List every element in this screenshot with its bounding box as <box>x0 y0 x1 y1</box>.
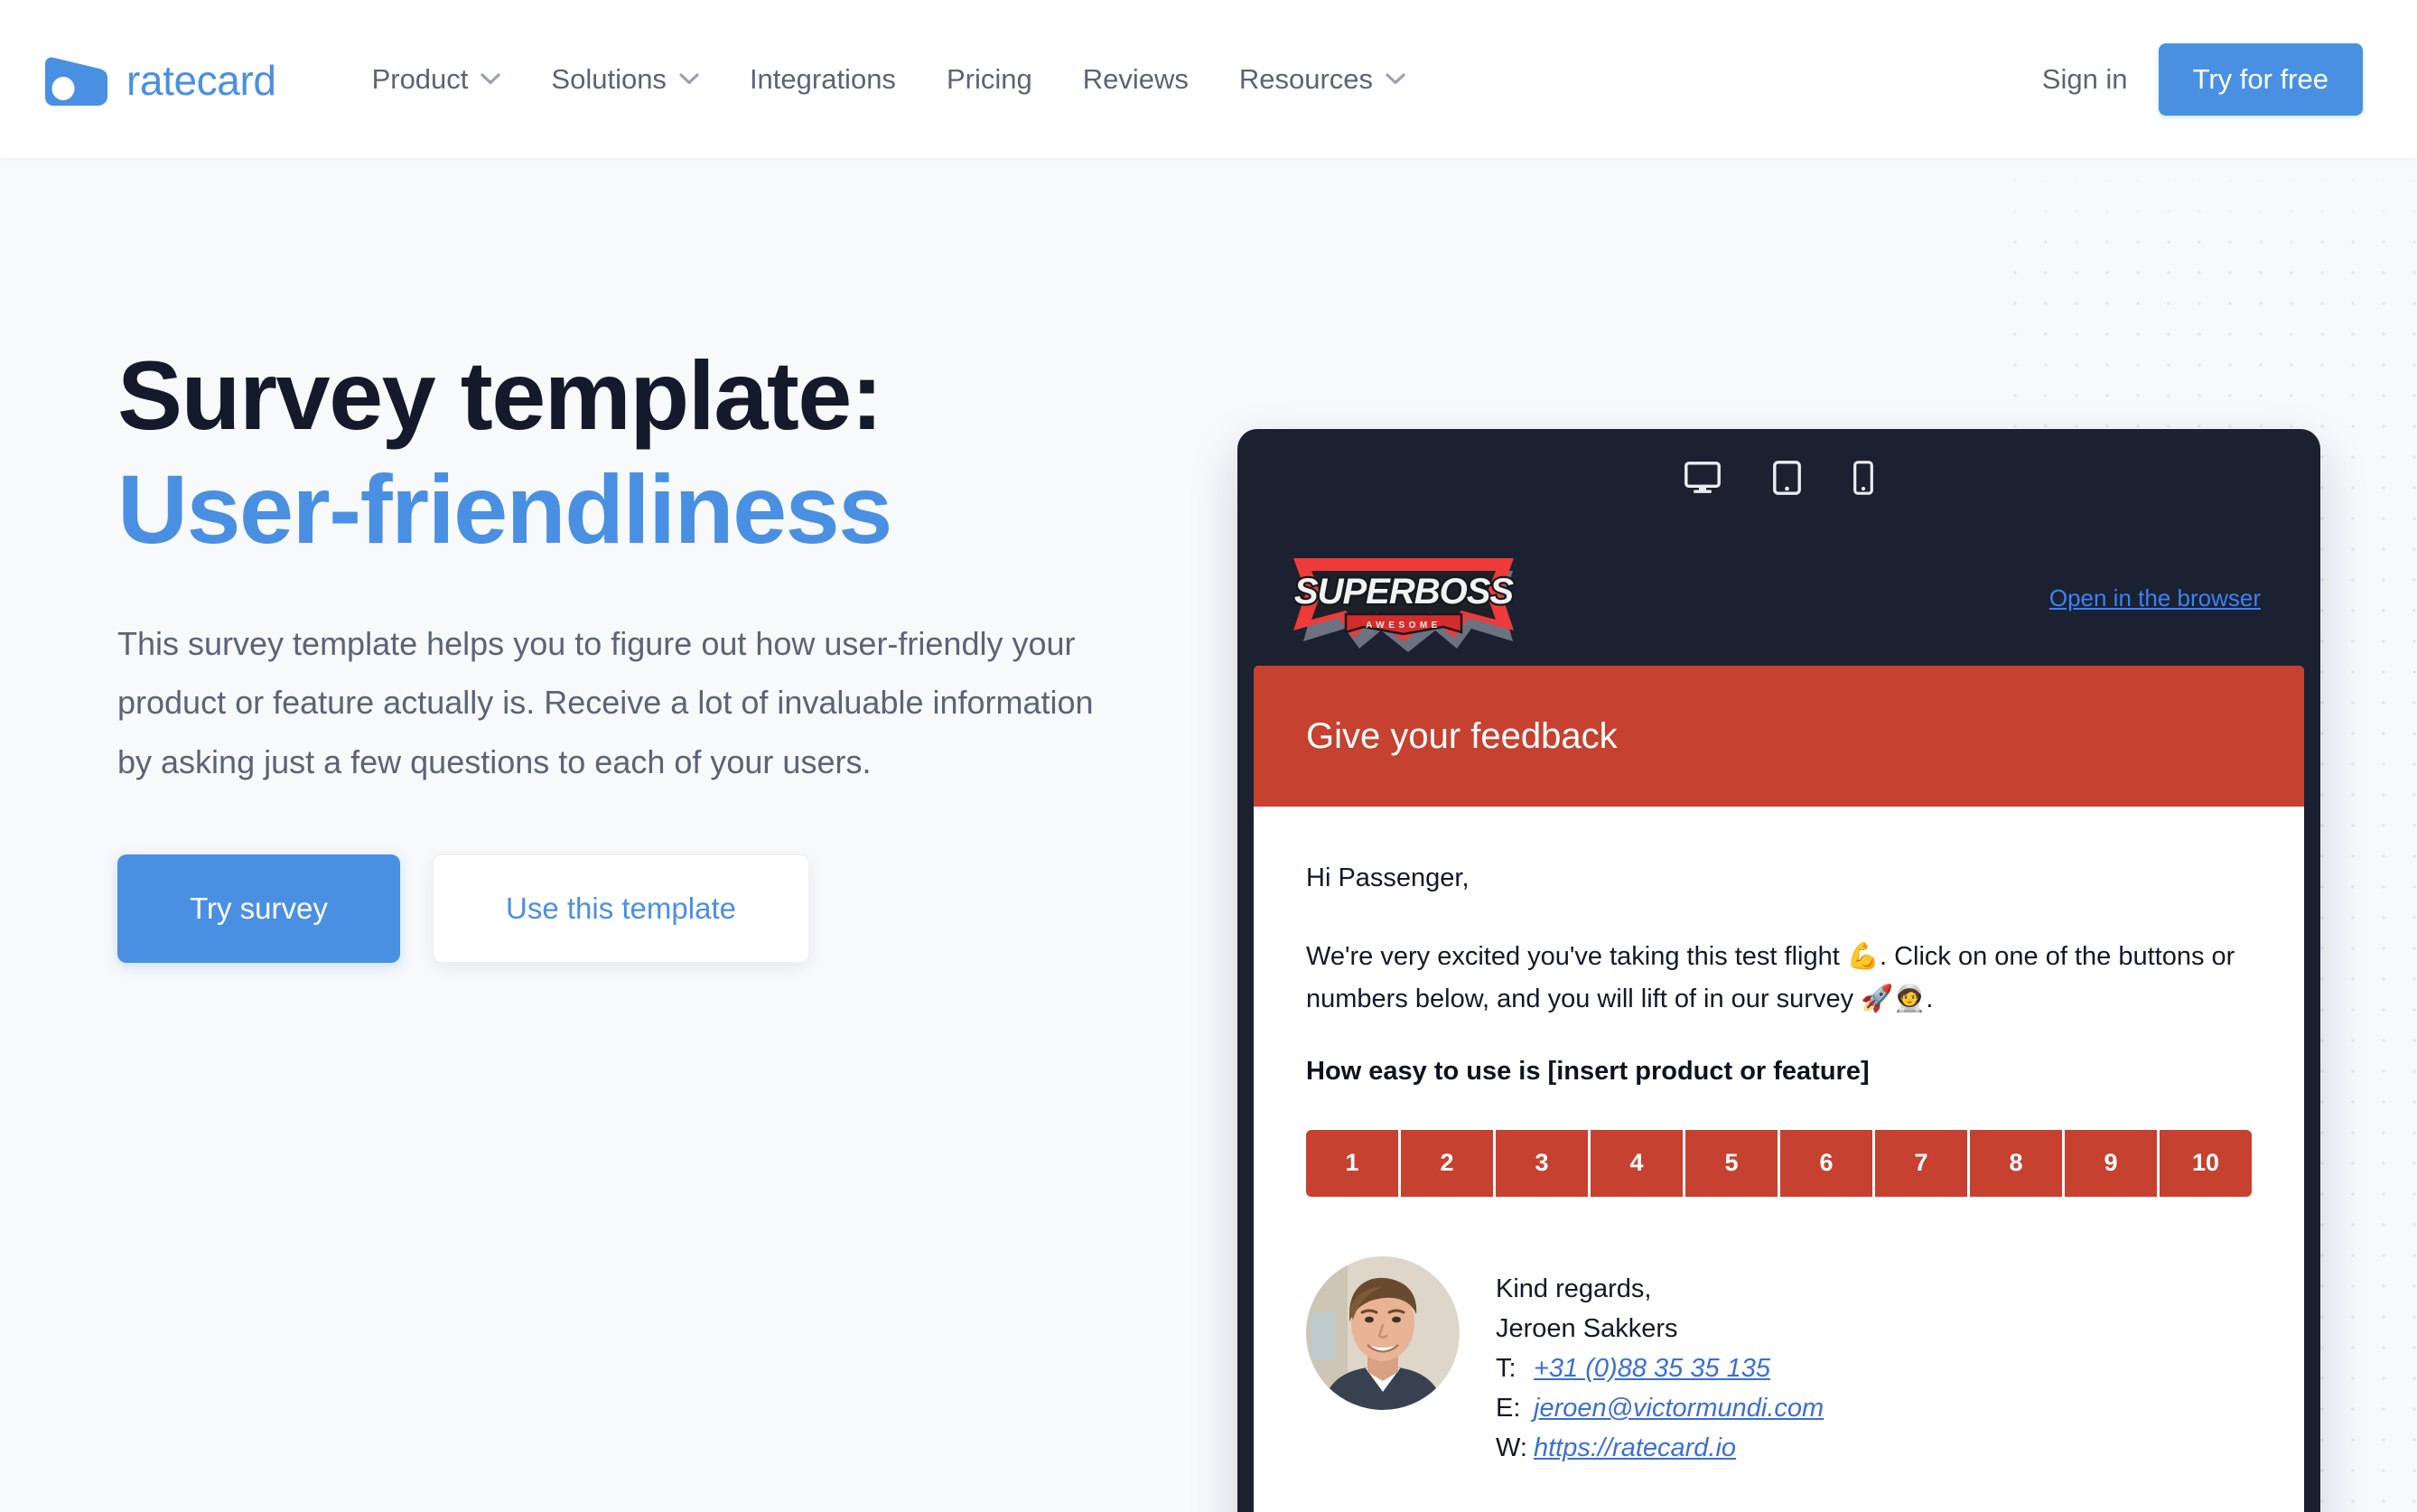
hero-subtitle: This survey template helps you to figure… <box>117 624 1094 780</box>
signature-closing: Kind regards, <box>1496 1269 1824 1309</box>
signature-email-label: E: <box>1496 1394 1521 1423</box>
nav-item-label: Reviews <box>1082 62 1189 95</box>
rating-option-8[interactable]: 8 <box>1970 1129 2062 1197</box>
nav-links: Product Solutions Integrations Pricing R… <box>347 54 2011 105</box>
email-body: Hi Passenger, We're very excited you've … <box>1254 807 2304 1468</box>
email-banner-title: Give your feedback <box>1306 715 1618 756</box>
email-question: How easy to use is [insert product or fe… <box>1306 1056 1870 1086</box>
try-for-free-button[interactable]: Try for free <box>2158 42 2363 116</box>
email-intro: We're very excited you've taking this te… <box>1306 941 2235 1013</box>
svg-text:AWESOME: AWESOME <box>1366 621 1442 630</box>
nav-item-pricing[interactable]: Pricing <box>921 54 1058 105</box>
hero-section: Survey template: User-friendliness This … <box>0 158 2417 1512</box>
device-toggle-bar <box>1237 429 2320 530</box>
signature-closing-text: Kind regards, <box>1496 1274 1652 1303</box>
mobile-icon[interactable] <box>1853 460 1873 499</box>
nav-item-integrations[interactable]: Integrations <box>724 54 921 105</box>
tablet-icon[interactable] <box>1773 460 1801 499</box>
signature-name-text: Jeroen Sakkers <box>1496 1313 1678 1343</box>
nav-item-label: Pricing <box>946 62 1032 95</box>
brand-logo[interactable]: ratecard <box>42 51 276 107</box>
rating-option-6[interactable]: 6 <box>1780 1129 1872 1197</box>
email-signature: Kind regards, Jeroen Sakkers T: +31 (0)8… <box>1306 1255 2252 1468</box>
rating-option-5[interactable]: 5 <box>1685 1129 1778 1197</box>
signature-text: Kind regards, Jeroen Sakkers T: +31 (0)8… <box>1496 1256 1824 1468</box>
svg-text:SUPERBOSS: SUPERBOSS <box>1294 572 1514 611</box>
nav-item-label: Solutions <box>551 62 667 95</box>
chevron-down-icon <box>481 73 501 85</box>
nav-item-resources[interactable]: Resources <box>1214 54 1431 105</box>
nav-item-solutions[interactable]: Solutions <box>526 54 724 105</box>
chevron-down-icon <box>1386 73 1405 85</box>
superboss-logo-icon: SUPERBOSS AWESOME <box>1281 544 1526 652</box>
email-banner: Give your feedback <box>1254 666 2304 807</box>
email-card: Give your feedback Hi Passenger, We're v… <box>1254 666 2304 1512</box>
signature-phone-link[interactable]: +31 (0)88 35 35 135 <box>1534 1349 1770 1388</box>
main-navbar: ratecard Product Solutions Integrations … <box>0 0 2417 158</box>
chevron-down-icon <box>679 73 699 85</box>
page-title-line-2: User-friendliness <box>117 454 892 565</box>
rating-option-7[interactable]: 7 <box>1875 1129 1967 1197</box>
rating-option-2[interactable]: 2 <box>1401 1129 1493 1197</box>
page-title-line-1: Survey template: <box>117 341 883 450</box>
signature-email-row: E: jeroen@victormundi.com <box>1496 1388 1824 1428</box>
hero-cta-group: Try survey Use this template <box>117 854 1237 964</box>
rating-option-9[interactable]: 9 <box>2065 1129 2157 1197</box>
avatar <box>1306 1255 1460 1410</box>
nav-item-label: Product <box>371 62 469 95</box>
email-preview-wrapper: SUPERBOSS AWESOME Open in the browser Gi… <box>1237 158 2320 1512</box>
nav-item-reviews[interactable]: Reviews <box>1058 54 1214 105</box>
email-greeting: Hi Passenger, <box>1306 863 1470 892</box>
signature-web-row: W: https://ratecard.io <box>1496 1428 1824 1468</box>
use-this-template-button[interactable]: Use this template <box>433 854 809 964</box>
nav-item-product[interactable]: Product <box>347 54 527 105</box>
rating-option-10[interactable]: 10 <box>2160 1129 2252 1197</box>
signature-phone-row: T: +31 (0)88 35 35 135 <box>1496 1349 1824 1388</box>
signature-web-label: W: <box>1496 1433 1527 1463</box>
rating-option-3[interactable]: 3 <box>1496 1129 1588 1197</box>
nav-actions: Sign in Try for free <box>2011 42 2363 116</box>
page-title: Survey template: User-friendliness <box>117 339 1075 567</box>
rating-option-4[interactable]: 4 <box>1591 1129 1683 1197</box>
signature-email-link[interactable]: jeroen@victormundi.com <box>1534 1388 1824 1428</box>
signature-web-link[interactable]: https://ratecard.io <box>1534 1428 1736 1468</box>
rating-scale: 1 2 3 4 5 6 7 8 9 10 <box>1306 1129 2252 1197</box>
try-survey-button[interactable]: Try survey <box>117 854 400 964</box>
nav-item-label: Resources <box>1238 62 1374 95</box>
sign-in-link[interactable]: Sign in <box>2011 52 2159 107</box>
email-preview-device: SUPERBOSS AWESOME Open in the browser Gi… <box>1237 429 2320 1512</box>
hero-copy: Survey template: User-friendliness This … <box>0 158 1237 1512</box>
signature-phone-label: T: <box>1496 1354 1516 1384</box>
desktop-icon[interactable] <box>1684 461 1721 499</box>
nav-item-label: Integrations <box>749 62 896 95</box>
ratecard-logo-icon <box>42 51 111 107</box>
brand-name: ratecard <box>126 56 276 104</box>
rating-option-1[interactable]: 1 <box>1306 1129 1398 1197</box>
email-header: SUPERBOSS AWESOME Open in the browser <box>1237 530 2320 666</box>
open-in-browser-link[interactable]: Open in the browser <box>2049 584 2261 612</box>
signature-name: Jeroen Sakkers <box>1496 1309 1824 1349</box>
